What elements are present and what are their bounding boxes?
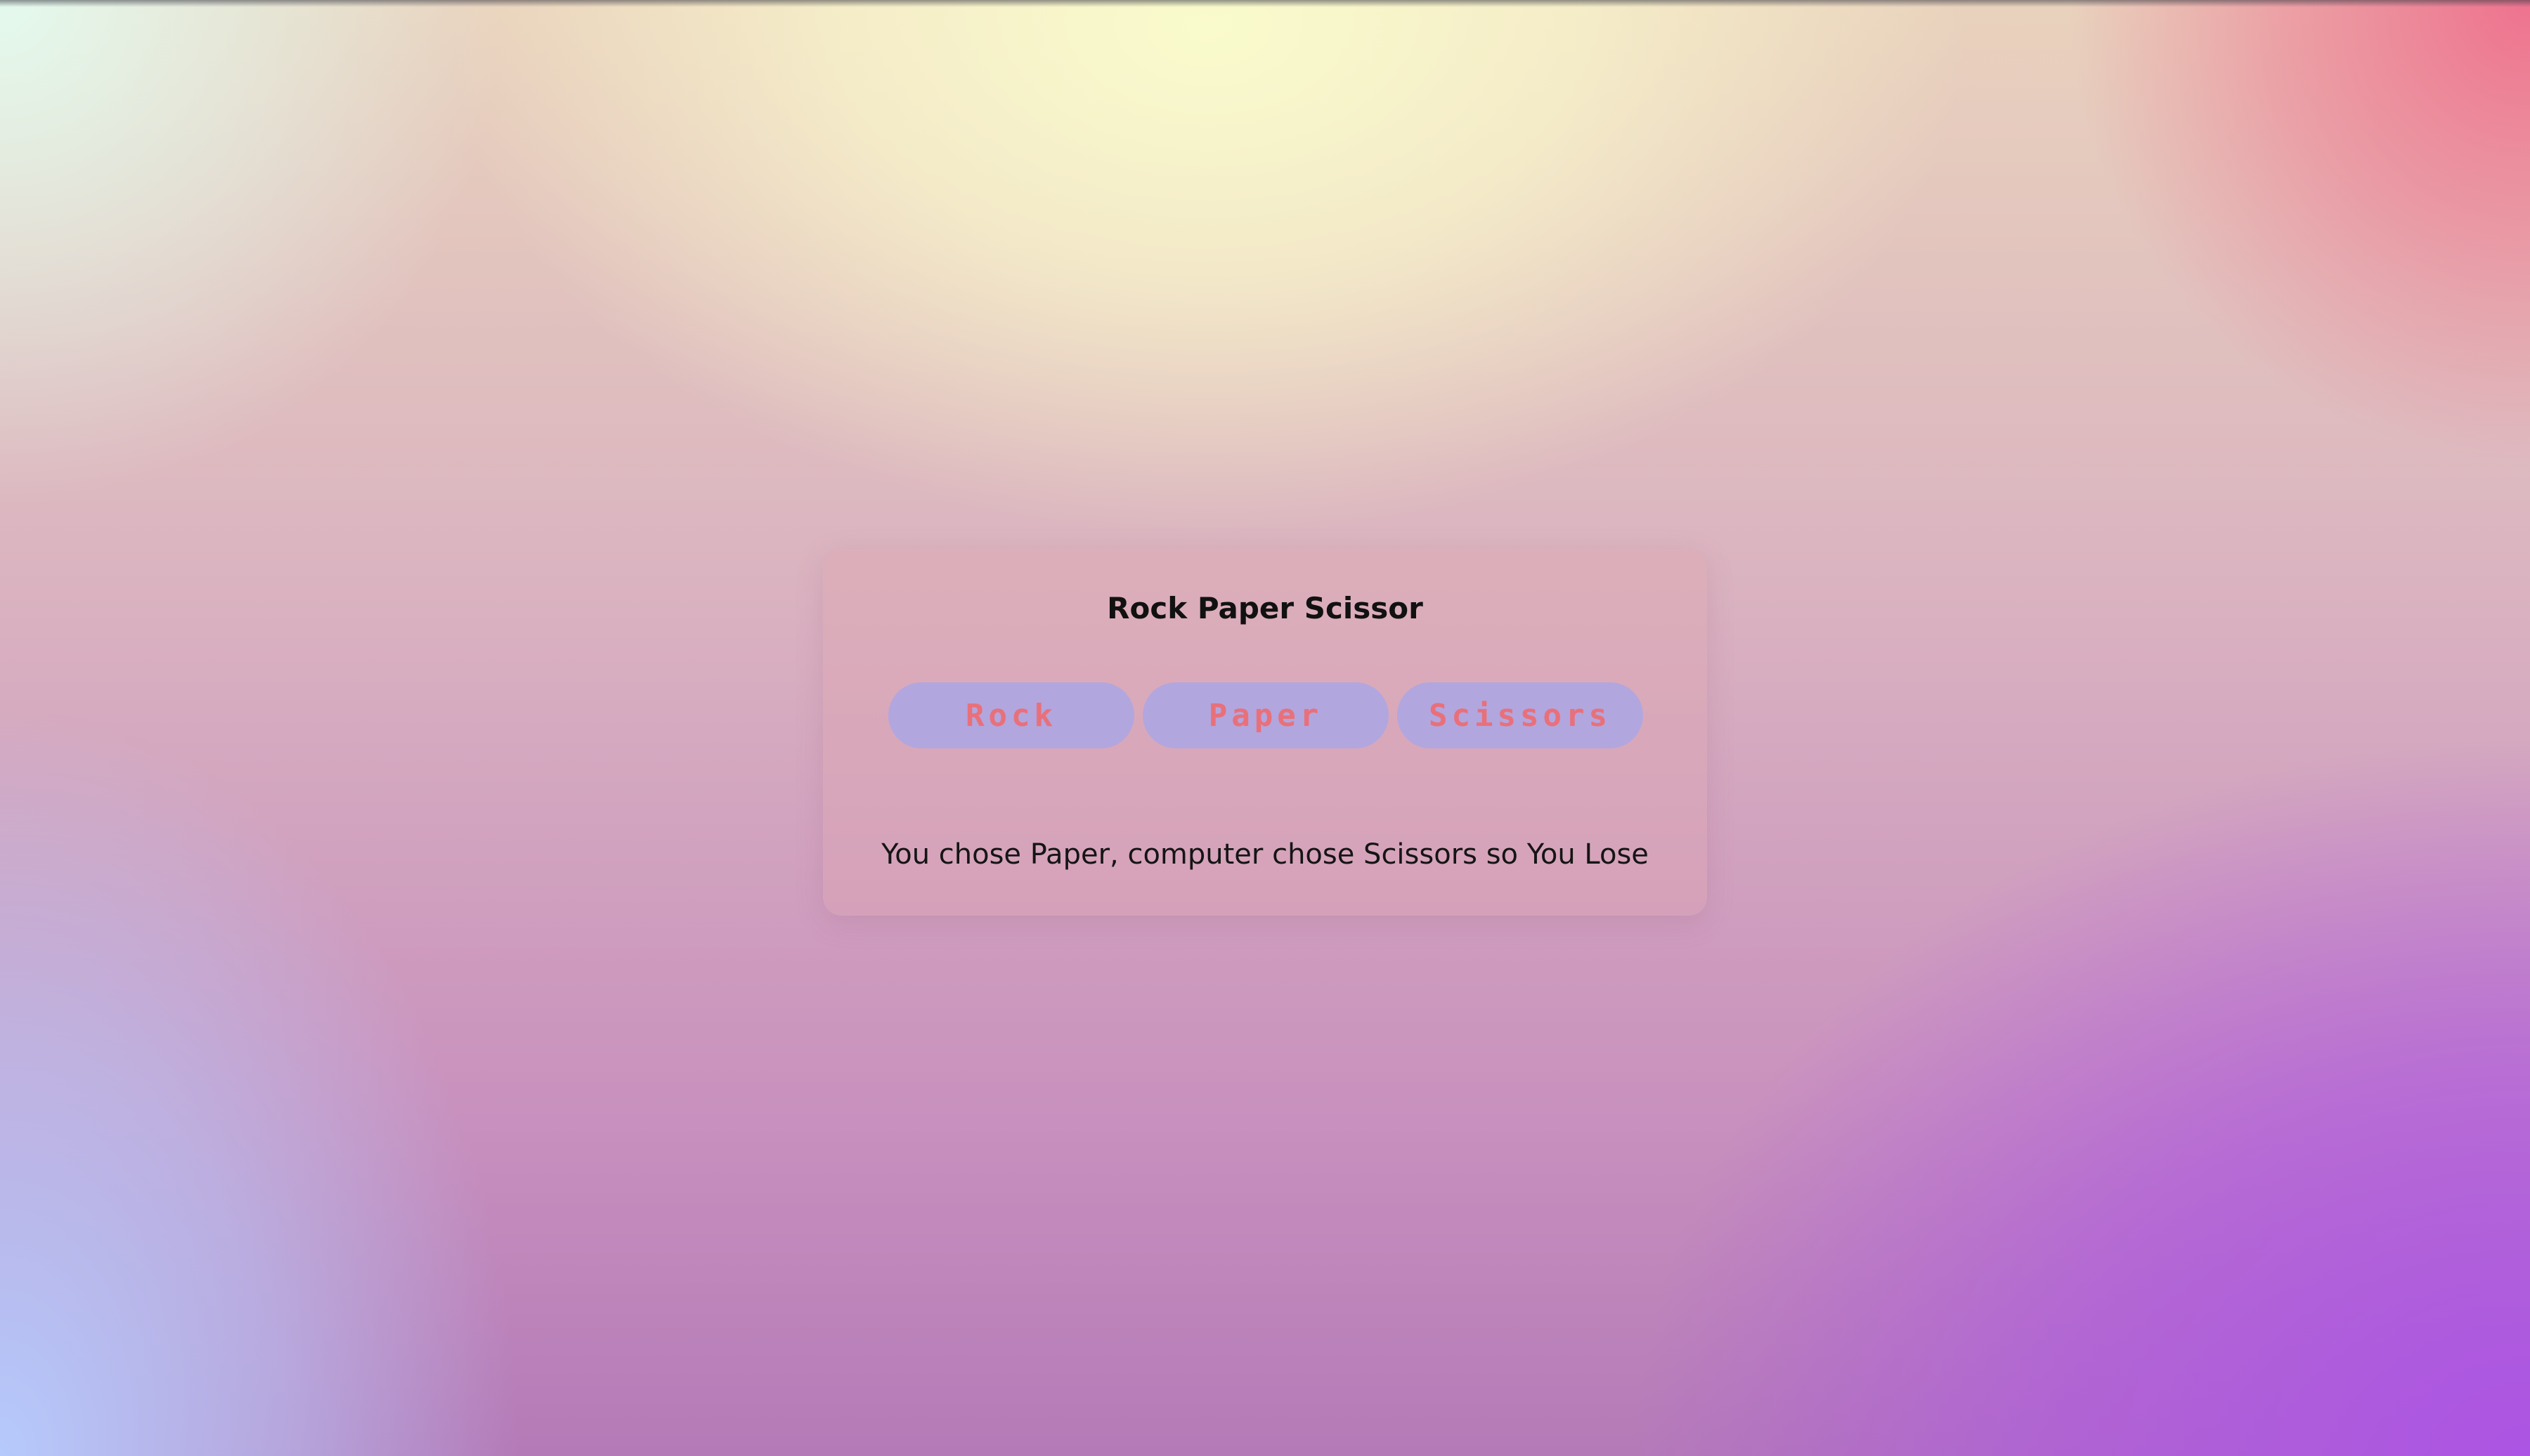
scissors-button[interactable]: Scissors: [1397, 682, 1643, 748]
game-card: Rock Paper Scissor Rock Paper Scissors Y…: [823, 549, 1707, 916]
choice-buttons: Rock Paper Scissors: [888, 682, 1643, 748]
rock-button[interactable]: Rock: [888, 682, 1134, 748]
window-top-edge: [0, 0, 2530, 7]
result-message: You chose Paper, computer chose Scissors…: [881, 838, 1649, 871]
paper-button[interactable]: Paper: [1143, 682, 1389, 748]
game-title: Rock Paper Scissor: [1107, 591, 1423, 625]
